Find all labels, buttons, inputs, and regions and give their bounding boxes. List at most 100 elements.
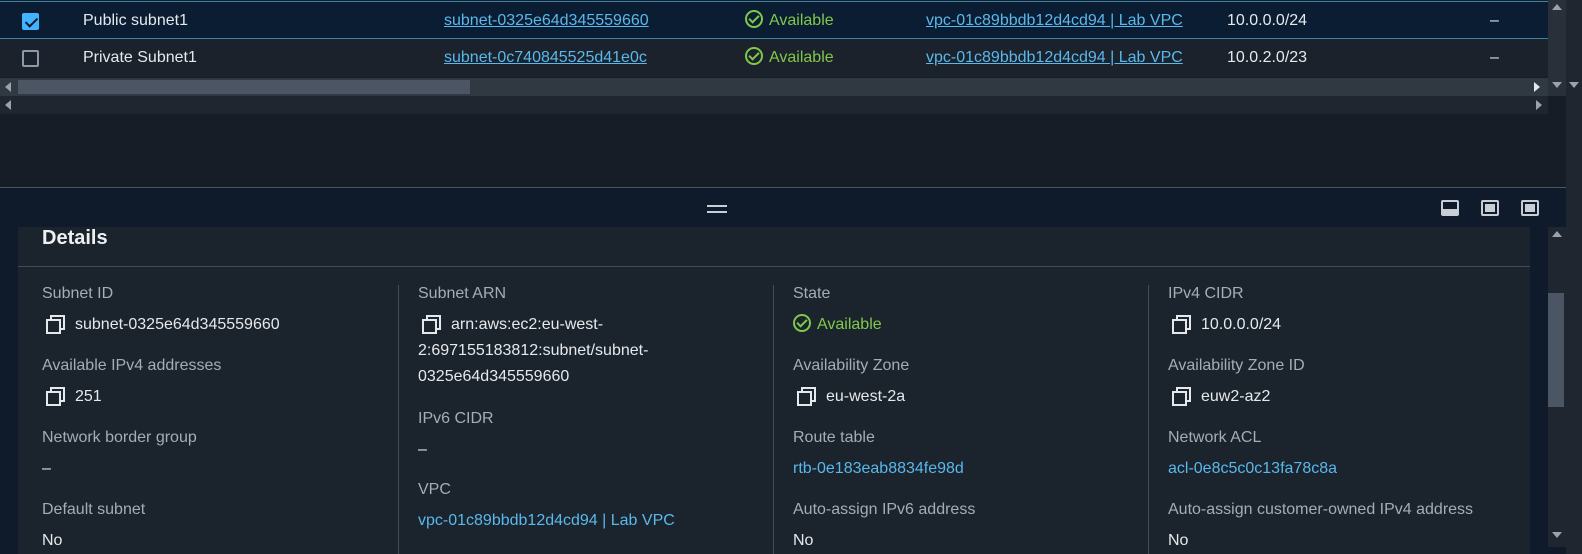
- field-value: 2:697155183812:subnet/subnet-: [418, 342, 649, 359]
- scroll-down-icon[interactable]: [1552, 532, 1562, 538]
- subnet-name: Private Subnet1: [83, 49, 197, 66]
- subnet-id-link[interactable]: subnet-0c740845525d41e0c: [444, 39, 647, 77]
- field-value: eu-west-2a: [826, 388, 906, 405]
- field-value: –: [418, 441, 427, 458]
- field-label: Availability Zone: [793, 357, 910, 374]
- field-label: Network border group: [42, 429, 197, 446]
- copy-icon[interactable]: [1172, 315, 1191, 334]
- field-value: 0325e64d345559660: [418, 368, 570, 385]
- network-border-group-field: Network border group –: [42, 429, 197, 482]
- scroll-up-icon[interactable]: [1552, 231, 1562, 237]
- state-text: Available: [769, 49, 834, 66]
- details-column-1: Subnet ID subnet-0325e64d345559660 Avail…: [42, 285, 398, 554]
- route-table-link[interactable]: rtb-0e183eab8834fe98d: [793, 456, 964, 482]
- field-value: 10.0.0.0/24: [1201, 316, 1282, 333]
- field-value: euw2-az2: [1201, 388, 1271, 405]
- details-column-4: IPv4 CIDR 10.0.0.0/24 Availability Zone …: [1148, 285, 1528, 554]
- ipv6-cidr: –: [1490, 49, 1499, 66]
- scroll-left-icon[interactable]: [5, 100, 11, 110]
- field-value: arn:aws:ec2:eu-west-: [451, 316, 604, 333]
- panel-side-icon[interactable]: [1481, 200, 1499, 216]
- ipv6-cidr-field: IPv6 CIDR –: [418, 410, 494, 463]
- state-field: State Available: [793, 285, 882, 338]
- field-label: Default subnet: [42, 501, 146, 518]
- field-label: State: [793, 285, 831, 302]
- network-acl-link[interactable]: acl-0e8c5c0c13fa78c8a: [1168, 456, 1337, 482]
- route-table-field: Route table rtb-0e183eab8834fe98d: [793, 429, 964, 482]
- scrollbar-thumb[interactable]: [18, 80, 470, 94]
- scroll-right-icon[interactable]: [1534, 82, 1540, 92]
- state-text: Available: [769, 12, 834, 29]
- table-row[interactable]: Private Subnet1 subnet-0c740845525d41e0c…: [0, 39, 1548, 77]
- details-card: Details Subnet ID subnet-0325e64d3455596…: [18, 227, 1530, 554]
- row-checkbox[interactable]: [22, 13, 39, 30]
- scroll-right-icon[interactable]: [1536, 100, 1542, 110]
- subnet-name: Public subnet1: [83, 12, 188, 29]
- vertical-scrollbar[interactable]: [1548, 0, 1566, 96]
- vpc-link[interactable]: vpc-01c89bbdb12d4cd94 | Lab VPC: [418, 508, 675, 534]
- vpc-field: VPC vpc-01c89bbdb12d4cd94 | Lab VPC: [418, 481, 675, 534]
- subnets-table: Public subnet1 subnet-0325e64d345559660 …: [0, 0, 1566, 115]
- table-row[interactable]: Public subnet1 subnet-0325e64d345559660 …: [0, 1, 1548, 39]
- ipv4-cidr: 10.0.0.0/24: [1227, 12, 1308, 29]
- field-label: Subnet ARN: [418, 285, 507, 302]
- field-value: subnet-0325e64d345559660: [75, 316, 280, 333]
- panel-bottom-icon[interactable]: [1441, 200, 1459, 216]
- copy-icon[interactable]: [422, 315, 441, 334]
- field-label: Route table: [793, 429, 875, 446]
- table-empty-area: [0, 115, 1566, 187]
- copy-icon[interactable]: [46, 315, 65, 334]
- status-available-icon: [745, 10, 763, 28]
- subnet-id-field: Subnet ID subnet-0325e64d345559660: [42, 285, 280, 338]
- auto-assign-ipv6-field: Auto-assign IPv6 address No: [793, 501, 975, 554]
- field-value: 251: [75, 388, 102, 405]
- scroll-down-icon[interactable]: [1569, 82, 1579, 88]
- status-available-icon: [793, 314, 811, 332]
- status-available-icon: [745, 47, 763, 65]
- field-value: No: [793, 532, 814, 549]
- horizontal-scrollbar-secondary[interactable]: [0, 96, 1548, 114]
- field-label: Availability Zone ID: [1168, 357, 1305, 374]
- field-label: Subnet ID: [42, 285, 114, 302]
- ipv6-cidr: –: [1490, 12, 1499, 29]
- auto-assign-customer-ipv4-field: Auto-assign customer-owned IPv4 address …: [1168, 501, 1473, 554]
- details-scrollbar-thumb[interactable]: [1548, 293, 1564, 407]
- field-label: Auto-assign IPv6 address: [793, 501, 976, 518]
- field-label: VPC: [418, 481, 451, 498]
- default-subnet-field: Default subnet No: [42, 501, 145, 554]
- copy-icon[interactable]: [1172, 387, 1191, 406]
- availability-zone-field: Availability Zone eu-west-2a: [793, 357, 909, 410]
- subnet-arn-field: Subnet ARN arn:aws:ec2:eu-west- 2:697155…: [418, 285, 648, 390]
- copy-icon[interactable]: [797, 387, 816, 406]
- drag-handle-icon[interactable]: [707, 205, 727, 213]
- subnet-id-link[interactable]: subnet-0325e64d345559660: [444, 2, 649, 40]
- ipv4-cidr: 10.0.2.0/23: [1227, 49, 1308, 66]
- row-checkbox[interactable]: [22, 50, 39, 67]
- scroll-left-icon[interactable]: [5, 82, 11, 92]
- scroll-down-icon[interactable]: [1552, 82, 1562, 88]
- field-value: –: [42, 460, 51, 477]
- page-scrollbar[interactable]: [1566, 0, 1582, 554]
- split-panel: Details Subnet ID subnet-0325e64d3455596…: [0, 187, 1566, 554]
- state-cell: Available: [745, 39, 834, 77]
- details-title: Details: [42, 227, 108, 249]
- panel-full-icon[interactable]: [1521, 200, 1539, 216]
- field-value: No: [42, 532, 63, 549]
- vpc-link[interactable]: vpc-01c89bbdb12d4cd94 | Lab VPC: [926, 2, 1188, 40]
- details-column-2: Subnet ARN arn:aws:ec2:eu-west- 2:697155…: [398, 285, 773, 554]
- details-header: Details: [18, 227, 1530, 267]
- ipv4-cidr-field: IPv4 CIDR 10.0.0.0/24: [1168, 285, 1281, 338]
- field-label: Network ACL: [1168, 429, 1262, 446]
- field-value: Available: [817, 316, 882, 333]
- scroll-up-icon[interactable]: [1552, 4, 1562, 10]
- field-label: IPv4 CIDR: [1168, 285, 1244, 302]
- copy-icon[interactable]: [46, 387, 65, 406]
- available-ipv4-field: Available IPv4 addresses 251: [42, 357, 221, 410]
- state-cell: Available: [745, 2, 834, 40]
- field-label: Auto-assign customer-owned IPv4 address: [1168, 501, 1474, 518]
- network-acl-field: Network ACL acl-0e8c5c0c13fa78c8a: [1168, 429, 1337, 482]
- availability-zone-id-field: Availability Zone ID euw2-az2: [1168, 357, 1305, 410]
- horizontal-scrollbar[interactable]: [0, 78, 1548, 96]
- vpc-link[interactable]: vpc-01c89bbdb12d4cd94 | Lab VPC: [926, 39, 1188, 77]
- details-column-3: State Available Availability Zone eu-wes…: [773, 285, 1148, 554]
